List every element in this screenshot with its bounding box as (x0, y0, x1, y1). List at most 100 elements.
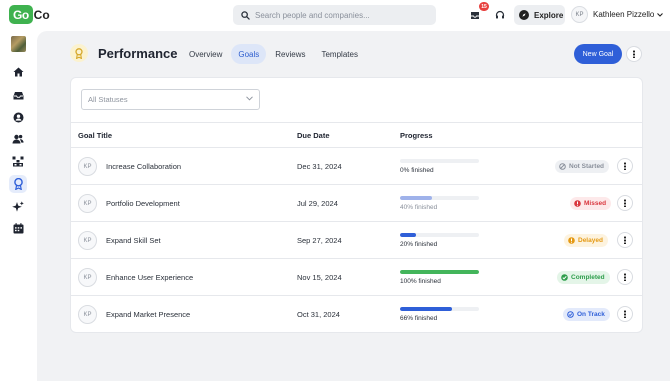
performance-award-icon (70, 44, 88, 62)
progress-bar (400, 196, 479, 200)
chevron-down-icon (246, 96, 253, 101)
sidebar-item-inbox[interactable] (9, 86, 27, 104)
home-icon (13, 67, 23, 77)
logo-go: Go (9, 5, 33, 24)
company-logo-icon[interactable] (11, 36, 26, 52)
more-vertical-icon (633, 50, 635, 58)
status-filter-value: All Statuses (88, 95, 128, 104)
sidebar-item-profile[interactable] (9, 108, 27, 126)
org-chart-icon (12, 156, 24, 166)
compass-icon (519, 10, 529, 20)
status-label: Completed (571, 274, 605, 281)
search-icon (241, 10, 250, 20)
user-name: Kathleen Pizzello (593, 10, 655, 19)
avatar: KP (571, 6, 588, 23)
status-label: Delayed (578, 237, 603, 244)
calendar-icon (13, 222, 23, 233)
row-more-button[interactable] (617, 195, 633, 211)
avatar: KP (78, 268, 97, 287)
tab-overview[interactable]: Overview (182, 44, 229, 64)
progress-fill (400, 307, 453, 311)
tab-goals[interactable]: Goals (231, 44, 267, 64)
check-circle-icon (561, 274, 568, 281)
progress-fill (400, 196, 432, 200)
not-started-icon (559, 163, 566, 170)
chevron-down-icon (657, 12, 664, 17)
status-badge: Delayed (564, 234, 608, 247)
avatar: KP (78, 231, 97, 250)
status-filter-select[interactable]: All Statuses (81, 89, 260, 110)
sparkle-icon (12, 200, 24, 212)
search-input[interactable] (255, 10, 425, 20)
table-row[interactable]: KP Enhance User Experience Nov 15, 2024 100… (70, 259, 643, 296)
explore-label: Explore (534, 10, 564, 20)
search-bar[interactable] (233, 5, 436, 25)
user-menu[interactable]: KP Kathleen Pizzello (571, 6, 664, 23)
column-header-progress[interactable]: Progress (400, 131, 433, 140)
sidebar-item-people[interactable] (9, 130, 27, 148)
new-goal-button[interactable]: New Goal (574, 44, 622, 64)
inbox-icon (13, 91, 23, 99)
due-date: Jul 29, 2024 (297, 199, 338, 208)
status-label: Not Started (569, 163, 605, 170)
more-vertical-icon (624, 236, 626, 244)
support-button[interactable] (492, 7, 508, 23)
row-more-button[interactable] (617, 269, 633, 285)
table-row[interactable]: KP Expand Market Presence Oct 31, 2024 66% … (70, 296, 643, 333)
goal-title[interactable]: Increase Collaboration (106, 162, 181, 171)
goco-logo[interactable]: Go Co (9, 5, 50, 24)
check-circle-icon (567, 311, 574, 318)
more-vertical-icon (624, 199, 626, 207)
row-more-button[interactable] (617, 232, 633, 248)
tab-reviews[interactable]: Reviews (268, 44, 312, 64)
avatar: KP (78, 157, 97, 176)
page-more-button[interactable] (626, 46, 642, 62)
table-row[interactable]: KP Increase Collaboration Dec 31, 2024 0% f… (70, 148, 643, 185)
row-more-button[interactable] (617, 306, 633, 322)
progress-label: 20% finished (400, 241, 438, 248)
table-row[interactable]: KP Expand Skill Set Sep 27, 2024 20% finish… (70, 222, 643, 259)
due-date: Nov 15, 2024 (297, 273, 342, 282)
explore-button[interactable]: Explore (514, 5, 565, 25)
avatar: KP (78, 194, 97, 213)
progress-label: 66% finished (400, 315, 438, 322)
divider (70, 122, 643, 123)
more-vertical-icon (624, 162, 626, 170)
goal-title[interactable]: Portfolio Development (106, 199, 180, 208)
sidebar-item-home[interactable] (9, 63, 27, 81)
column-header-goal-title[interactable]: Goal Title (78, 131, 112, 140)
status-badge: Completed (557, 271, 610, 284)
goal-title[interactable]: Enhance User Experience (106, 273, 193, 282)
sidebar-item-ai[interactable] (9, 197, 27, 215)
column-header-due-date[interactable]: Due Date (297, 131, 330, 140)
more-vertical-icon (624, 310, 626, 318)
goal-title[interactable]: Expand Market Presence (106, 310, 190, 319)
inbox-button[interactable]: 15 (467, 2, 489, 23)
more-vertical-icon (624, 273, 626, 281)
table-row[interactable]: KP Portfolio Development Jul 29, 2024 40% f… (70, 185, 643, 222)
sidebar-item-calendar[interactable] (9, 219, 27, 237)
headset-icon (495, 10, 505, 19)
status-label: Missed (584, 200, 607, 207)
tab-templates[interactable]: Templates (314, 44, 364, 64)
status-badge: On Track (563, 308, 610, 321)
due-date: Oct 31, 2024 (297, 310, 340, 319)
progress-bar (400, 270, 479, 274)
alert-icon (568, 237, 575, 244)
goal-title[interactable]: Expand Skill Set (106, 236, 161, 245)
inbox-count-badge: 15 (479, 2, 489, 11)
logo-co: Co (33, 7, 50, 22)
progress-label: 100% finished (400, 278, 441, 285)
performance-tabs: Overview Goals Reviews Templates (182, 44, 367, 64)
sidebar (0, 31, 37, 381)
row-more-button[interactable] (617, 158, 633, 174)
progress-label: 40% finished (400, 204, 438, 211)
due-date: Sep 27, 2024 (297, 236, 342, 245)
user-circle-icon (13, 112, 23, 122)
progress-label: 0% finished (400, 167, 434, 174)
sidebar-item-performance[interactable] (9, 175, 27, 193)
status-badge: Not Started (555, 160, 610, 173)
sidebar-item-org-chart[interactable] (9, 152, 27, 170)
progress-bar (400, 233, 479, 237)
progress-fill (400, 270, 479, 274)
